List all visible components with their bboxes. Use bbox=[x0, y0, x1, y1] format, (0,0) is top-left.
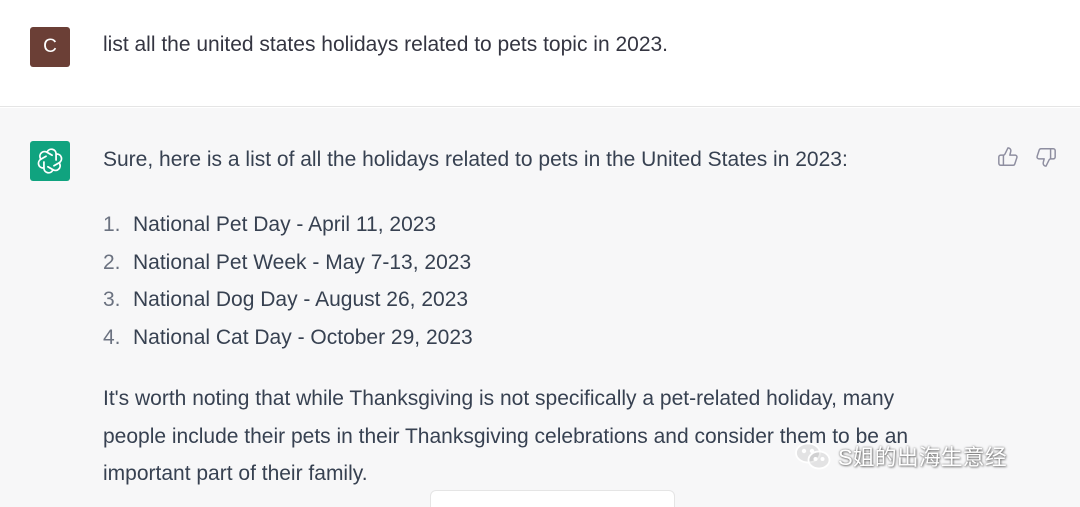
list-item: 3. National Dog Day - August 26, 2023 bbox=[103, 286, 963, 324]
assistant-avatar bbox=[30, 141, 70, 181]
list-item-text: National Pet Week - May 7-13, 2023 bbox=[133, 250, 472, 274]
user-avatar: C bbox=[30, 27, 70, 67]
list-item-number: 3. bbox=[103, 288, 121, 311]
list-item: 2. National Pet Week - May 7-13, 2023 bbox=[103, 249, 963, 287]
list-item-text: National Dog Day - August 26, 2023 bbox=[133, 288, 469, 311]
feedback-buttons bbox=[996, 145, 1058, 169]
thumbs-down-button[interactable] bbox=[1034, 145, 1058, 169]
user-message-text: list all the united states holidays rela… bbox=[103, 33, 669, 56]
reply-note: It's worth noting that while Thanksgivin… bbox=[103, 387, 909, 485]
list-item-text: National Cat Day - October 29, 2023 bbox=[133, 325, 473, 349]
user-message-row: C list all the united states holidays re… bbox=[0, 0, 1080, 107]
reply-intro: Sure, here is a list of all the holidays… bbox=[103, 148, 848, 171]
thumbs-up-button[interactable] bbox=[996, 145, 1020, 169]
list-item: 1. National Pet Day - April 11, 2023 bbox=[103, 211, 963, 249]
thumbs-down-icon bbox=[1036, 148, 1056, 167]
regenerate-box[interactable] bbox=[430, 490, 675, 507]
list-item-text: National Pet Day - April 11, 2023 bbox=[133, 213, 437, 236]
holiday-list: 1. National Pet Day - April 11, 2023 2. … bbox=[103, 211, 963, 361]
list-item-number: 1. bbox=[103, 213, 121, 236]
list-item: 4. National Cat Day - October 29, 2023 bbox=[103, 324, 963, 362]
watermark: S姐的出海生意经 bbox=[794, 440, 1007, 472]
thumbs-up-icon bbox=[998, 147, 1018, 166]
wechat-icon bbox=[795, 442, 831, 470]
watermark-text: S姐的出海生意经 bbox=[838, 445, 1007, 470]
list-item-number: 4. bbox=[103, 325, 121, 349]
list-item-number: 2. bbox=[103, 250, 121, 274]
openai-logo-icon bbox=[37, 148, 63, 174]
